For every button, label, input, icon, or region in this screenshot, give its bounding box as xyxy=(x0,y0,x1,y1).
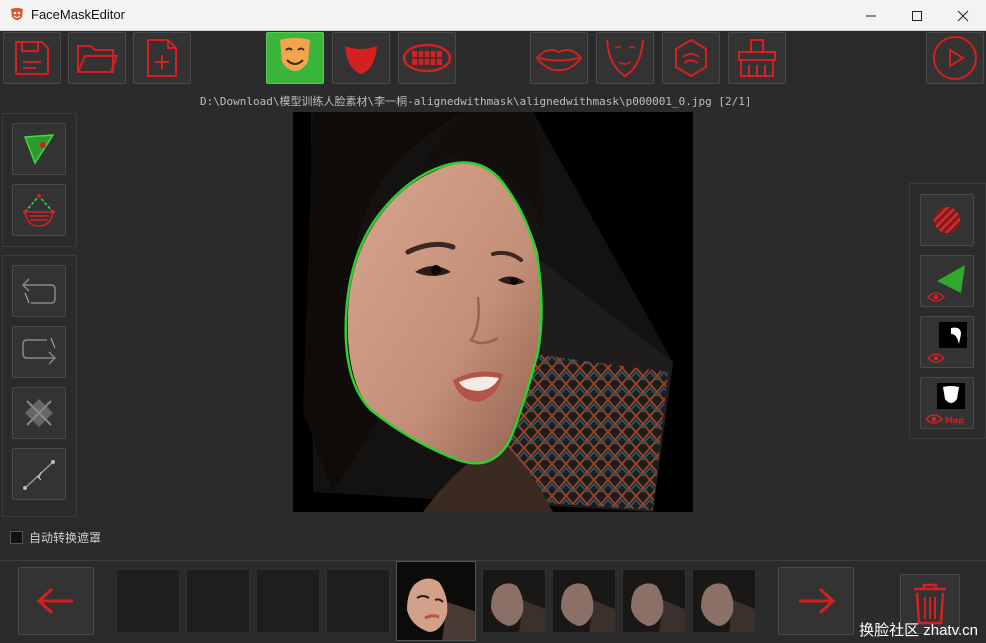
view-polygon-button[interactable] xyxy=(920,255,974,307)
thumbnail-face-image xyxy=(693,570,755,632)
brush-clean-button[interactable] xyxy=(728,32,786,84)
auto-convert-mask-option[interactable]: 自动转换遮罩 xyxy=(10,529,101,546)
redo-icon xyxy=(22,337,57,365)
arrow-right-icon xyxy=(799,587,836,615)
brush-clean-icon xyxy=(738,39,776,77)
face-outline-tool-button[interactable] xyxy=(12,184,66,236)
auto-convert-mask-label: 自动转换遮罩 xyxy=(29,531,102,545)
view-mask-icon xyxy=(926,322,967,363)
undo-icon xyxy=(21,278,56,304)
face-outline-icon xyxy=(606,39,644,78)
line-tool-button[interactable] xyxy=(12,448,66,500)
hatch-overlay-button[interactable] xyxy=(920,194,974,246)
thumbnail-empty[interactable] xyxy=(326,569,390,633)
save-button[interactable] xyxy=(3,32,61,84)
next-button[interactable] xyxy=(778,567,854,635)
thumbnail-current[interactable] xyxy=(396,561,476,641)
hatch-circle-icon xyxy=(934,207,960,233)
previous-button[interactable] xyxy=(18,567,94,635)
polygon-tool-button[interactable] xyxy=(12,123,66,175)
face-outline-tool-icon xyxy=(23,194,55,227)
window-title: FaceMaskEditor xyxy=(31,7,125,22)
delete-point-icon xyxy=(25,399,53,427)
thumbnail-item[interactable] xyxy=(482,569,546,633)
face-image[interactable] xyxy=(293,112,693,512)
lips-mode-button[interactable] xyxy=(530,32,588,84)
view-mask-map-button[interactable]: Map xyxy=(920,377,974,429)
maximize-icon xyxy=(912,10,922,21)
thumbnail-face-image xyxy=(553,570,615,632)
mouth-tongue-icon xyxy=(345,46,377,74)
play-button[interactable] xyxy=(926,32,984,84)
auto-convert-mask-checkbox[interactable] xyxy=(10,531,23,544)
thumbnail-empty[interactable] xyxy=(186,569,250,633)
view-polygon-icon xyxy=(926,265,965,302)
minimize-button[interactable] xyxy=(848,0,894,31)
lips-icon xyxy=(535,49,583,72)
line-tool-icon xyxy=(23,460,55,490)
teeth-icon xyxy=(402,43,452,73)
open-folder-button[interactable] xyxy=(68,32,126,84)
file-path-label: D:\Download\模型训练人脸素材\李一桐-alignedwithmask… xyxy=(200,95,752,108)
teeth-mode-button[interactable] xyxy=(398,32,456,84)
thumbnail-face-image xyxy=(623,570,685,632)
close-icon xyxy=(957,10,969,21)
face-outline-mode-button[interactable] xyxy=(596,32,654,84)
close-button[interactable] xyxy=(940,0,986,31)
face-mask-icon xyxy=(280,38,310,71)
app-icon xyxy=(11,8,23,20)
thumbnail-item[interactable] xyxy=(692,569,756,633)
thumbnail-item[interactable] xyxy=(552,569,616,633)
arrow-left-icon xyxy=(36,587,73,615)
watermark: 换脸社区 zhatv.cn xyxy=(859,622,978,639)
delete-point-button[interactable] xyxy=(12,387,66,439)
polygon-tool-icon xyxy=(23,134,55,165)
play-icon xyxy=(933,36,977,80)
open-folder-icon xyxy=(77,45,119,73)
maximize-button[interactable] xyxy=(894,0,940,31)
thumbnail-empty[interactable] xyxy=(256,569,320,633)
minimize-icon xyxy=(866,15,876,16)
new-file-icon xyxy=(147,39,177,77)
undo-button[interactable] xyxy=(12,265,66,317)
nose-mode-button[interactable] xyxy=(662,32,720,84)
mouth-tongue-mode-button[interactable] xyxy=(332,32,390,84)
thumbnail-empty[interactable] xyxy=(116,569,180,633)
image-canvas[interactable] xyxy=(293,112,693,512)
save-icon xyxy=(15,41,49,75)
face-mask-mode-button[interactable] xyxy=(266,32,324,84)
new-file-button[interactable] xyxy=(133,32,191,84)
redo-button[interactable] xyxy=(12,326,66,378)
view-mask-map-icon: Map xyxy=(924,383,965,425)
thumbnail-face-image xyxy=(397,562,475,640)
view-mask-button[interactable] xyxy=(920,316,974,368)
title-bar: FaceMaskEditor xyxy=(0,0,986,31)
nose-icon xyxy=(675,38,707,78)
thumbnail-face-image xyxy=(483,570,545,632)
map-label: Map xyxy=(945,416,964,425)
thumbnail-item[interactable] xyxy=(622,569,686,633)
